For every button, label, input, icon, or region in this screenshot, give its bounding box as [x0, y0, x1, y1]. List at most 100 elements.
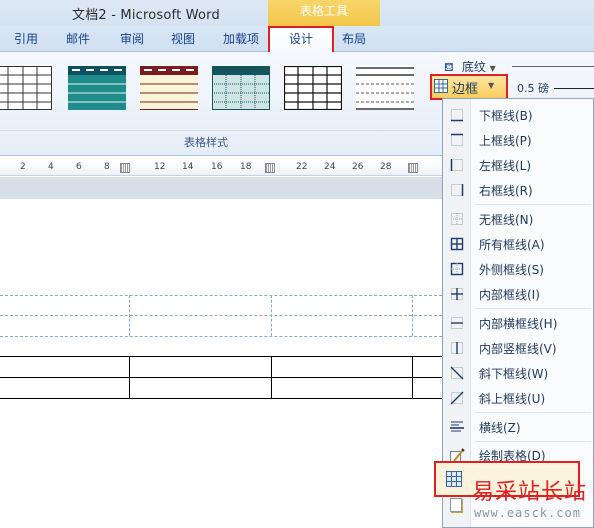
- menu-item-label: 无框线(N): [479, 213, 534, 227]
- menu-separator: [475, 441, 591, 442]
- table-style-thumb[interactable]: [68, 66, 126, 110]
- table-gridline: [412, 295, 413, 336]
- ruler-number: 6: [76, 162, 82, 172]
- menu-item-left-border[interactable]: 左框线(L): [443, 153, 594, 177]
- ruler-number: 22: [296, 162, 308, 172]
- horizontal-line-icon: [449, 419, 465, 435]
- table-style-thumb[interactable]: [212, 66, 270, 110]
- inside-horizontal-border-icon: [449, 315, 465, 331]
- menu-item-right-border[interactable]: 右框线(R): [443, 178, 594, 202]
- pen-weight-selector[interactable]: 0.5 磅: [517, 80, 549, 96]
- ruler-gutter: [0, 177, 442, 199]
- ruler-number: 8: [104, 162, 110, 172]
- ruler-number: 28: [380, 162, 392, 172]
- table-border: [129, 356, 130, 399]
- table-gridline: [129, 295, 130, 336]
- ruler-number: 26: [352, 162, 364, 172]
- shading-label: 底纹: [461, 60, 486, 74]
- menu-item-inside-vertical-border[interactable]: 内部竖框线(V): [443, 336, 594, 360]
- table-tools-context-title: 表格工具: [268, 0, 380, 26]
- tab-design[interactable]: 设计: [268, 26, 334, 53]
- menu-item-bottom-border[interactable]: 下框线(B): [443, 103, 594, 127]
- ruler-number: 18: [240, 162, 252, 172]
- tab-view[interactable]: 视图: [171, 30, 195, 47]
- table-gridline: [271, 295, 272, 336]
- column-marker[interactable]: [408, 163, 418, 173]
- tab-mailings[interactable]: 邮件: [66, 30, 90, 47]
- all-borders-icon: [449, 236, 465, 252]
- view-gridlines-icon: [446, 471, 462, 487]
- menu-separator: [475, 308, 591, 309]
- table-border: [0, 377, 442, 378]
- ruler-number: 16: [211, 162, 223, 172]
- diagonal-down-border-icon: [449, 365, 465, 381]
- right-border-icon: [449, 182, 465, 198]
- column-marker[interactable]: [120, 163, 130, 173]
- table-style-thumb[interactable]: [140, 66, 198, 110]
- tab-addins[interactable]: 加载项: [223, 30, 259, 47]
- menu-item-diagonal-down-border[interactable]: 斜下框线(W): [443, 361, 594, 385]
- watermark-logo-text: 易采站长站: [472, 480, 588, 505]
- table-gridline: [0, 295, 442, 296]
- menu-separator: [475, 412, 591, 413]
- borders-button[interactable]: 边框 ▼: [430, 74, 508, 100]
- table-style-thumb[interactable]: [283, 65, 343, 111]
- ribbon-tabs: 引用 邮件 审阅 视图 加载项 设计 布局: [0, 26, 594, 53]
- menu-item-label: 斜下框线(W): [479, 367, 549, 381]
- ruler-number: 12: [154, 162, 166, 172]
- menu-item-label: 横线(Z): [479, 421, 521, 435]
- menu-item-outside-borders[interactable]: 外侧框线(S): [443, 257, 594, 281]
- menu-item-label: 外侧框线(S): [479, 263, 544, 277]
- tab-review[interactable]: 审阅: [120, 30, 144, 47]
- menu-item-inside-horizontal-border[interactable]: 内部横框线(H): [443, 311, 594, 335]
- menu-item-label: 下框线(B): [479, 109, 533, 123]
- menu-item-horizontal-line[interactable]: 横线(Z): [443, 415, 594, 439]
- table-gridline: [0, 315, 442, 316]
- menu-separator: [475, 204, 591, 205]
- diagonal-up-border-icon: [449, 390, 465, 406]
- menu-item-all-borders[interactable]: 所有框线(A): [443, 232, 594, 256]
- ruler-number: 14: [182, 162, 194, 172]
- properties-icon[interactable]: [450, 498, 462, 512]
- table-styles-group-label: 表格样式: [184, 136, 228, 149]
- menu-item-diagonal-up-border[interactable]: 斜上框线(U): [443, 386, 594, 410]
- borders-label: 边框: [452, 82, 479, 97]
- borders-icon: [434, 79, 448, 93]
- document-page[interactable]: [0, 199, 442, 528]
- menu-item-label: 内部框线(I): [479, 288, 540, 302]
- table-style-thumb[interactable]: [356, 66, 414, 110]
- table-border: [271, 356, 272, 399]
- ruler-number: 4: [48, 162, 54, 172]
- table-border: [0, 398, 442, 399]
- group-divider: [0, 130, 440, 131]
- menu-item-top-border[interactable]: 上框线(P): [443, 128, 594, 152]
- tab-layout[interactable]: 布局: [342, 30, 366, 47]
- inside-borders-icon: [449, 286, 465, 302]
- menu-item-label: 上框线(P): [479, 134, 532, 148]
- horizontal-ruler[interactable]: 2 4 6 8 12 14 16 18 22 24 26 28: [0, 160, 442, 176]
- column-marker[interactable]: [265, 163, 275, 173]
- table-style-thumb[interactable]: [0, 66, 52, 110]
- menu-item-inside-borders[interactable]: 内部框线(I): [443, 282, 594, 306]
- menu-item-label: 斜上框线(U): [479, 392, 546, 406]
- menu-item-label: 内部竖框线(V): [479, 342, 557, 356]
- title-bar: 文档2 - Microsoft Word 表格工具: [0, 0, 594, 26]
- menu-item-label: 所有框线(A): [479, 238, 545, 252]
- chevron-down-icon: ▼: [489, 64, 496, 73]
- left-border-icon: [449, 157, 465, 173]
- menu-item-no-border[interactable]: 无框线(N): [443, 207, 594, 231]
- pen-style-preview[interactable]: [512, 66, 594, 67]
- no-border-icon: [449, 211, 465, 227]
- inside-vertical-border-icon: [449, 340, 465, 356]
- chevron-down-icon: ▼: [488, 81, 495, 90]
- tab-references[interactable]: 引用: [14, 30, 38, 47]
- top-border-icon: [449, 132, 465, 148]
- menu-item-label: 左框线(L): [479, 159, 532, 173]
- pen-weight-line: [554, 88, 594, 89]
- outside-borders-icon: [449, 261, 465, 277]
- table-border: [0, 356, 442, 357]
- menu-item-label: 右框线(R): [479, 184, 533, 198]
- watermark-url: www.easck.com: [474, 506, 581, 520]
- table-border: [412, 356, 413, 399]
- window-title: 文档2 - Microsoft Word: [72, 8, 220, 23]
